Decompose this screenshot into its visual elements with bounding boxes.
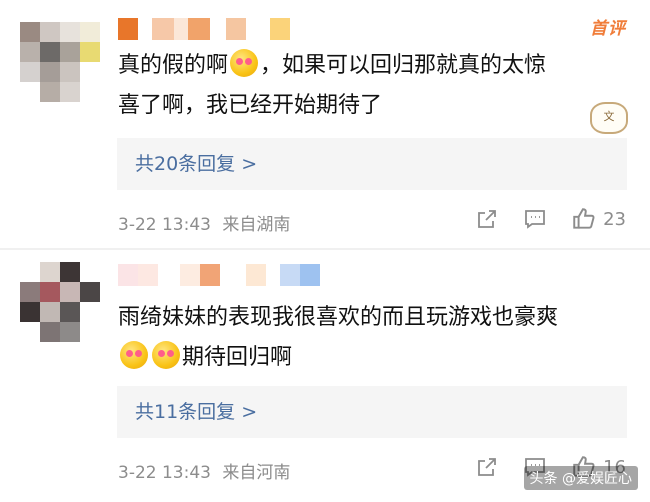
like-icon	[571, 206, 597, 232]
comment-meta: 3-22 13:43 来自河南	[118, 458, 290, 483]
comment-actions: 23	[451, 206, 626, 232]
first-comment-badge: 首评	[590, 19, 626, 39]
smile-emoji-icon	[152, 341, 180, 369]
like-button[interactable]: 23	[571, 206, 626, 232]
timestamp: 3-22 13:43	[118, 463, 211, 483]
replies-link[interactable]: 共11条回复 >	[117, 386, 627, 438]
watermark: 头条 @爱娱匠心	[523, 466, 638, 490]
smile-emoji-icon	[230, 49, 259, 77]
comment-meta: 3-22 13:43 来自湖南	[118, 210, 290, 235]
avatar[interactable]	[20, 22, 100, 102]
comment-card: 首评 真的假的啊 ，如果可以回归那就真的太惊 喜了啊，我已经开始期待了 文 共20…	[0, 0, 650, 248]
username-blurred[interactable]	[118, 18, 290, 40]
share-icon[interactable]	[475, 207, 499, 231]
location: 来自湖南	[222, 215, 291, 235]
location: 来自河南	[222, 463, 291, 483]
smile-emoji-icon	[120, 341, 148, 369]
share-icon[interactable]	[475, 455, 499, 479]
comment-card: 雨绮妹妹的表现我很喜欢的而且玩游戏也豪爽 期待回归啊 共11条回复 > 3-22…	[0, 250, 650, 502]
username-blurred[interactable]	[118, 264, 320, 286]
sticker-icon: 文	[590, 102, 628, 134]
timestamp: 3-22 13:43	[118, 215, 211, 235]
like-count: 23	[603, 208, 626, 230]
comment-text: 雨绮妹妹的表现我很喜欢的而且玩游戏也豪爽 期待回归啊	[118, 305, 559, 370]
comment-icon[interactable]	[523, 207, 547, 231]
avatar[interactable]	[20, 262, 100, 342]
replies-link[interactable]: 共20条回复 >	[117, 138, 627, 190]
comment-text: 真的假的啊 ，如果可以回归那就真的太惊 喜了啊，我已经开始期待了	[118, 46, 546, 126]
